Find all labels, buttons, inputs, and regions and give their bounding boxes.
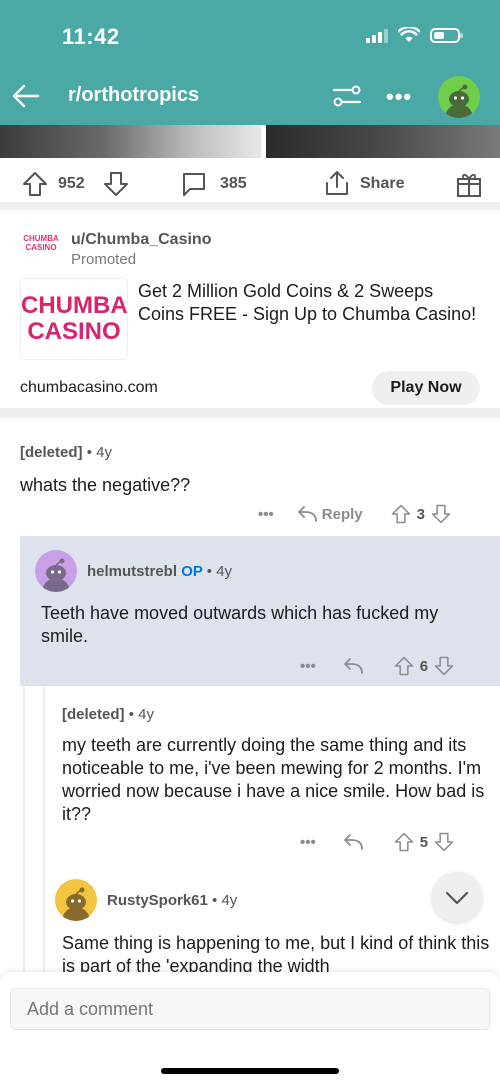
- comment-author[interactable]: RustySpork61: [107, 892, 208, 909]
- home-indicator: [161, 1068, 339, 1074]
- comment-age: 4y: [221, 892, 238, 909]
- comment-actions: ••• Reply 3: [258, 504, 451, 524]
- upvote-icon[interactable]: [394, 832, 414, 852]
- back-arrow-icon[interactable]: [10, 80, 42, 112]
- comment-count[interactable]: 385: [220, 175, 247, 193]
- reply-icon[interactable]: [296, 505, 318, 523]
- comment-meta: [deleted] • 4y: [20, 444, 112, 461]
- downvote-icon[interactable]: [103, 171, 129, 197]
- snoo-icon: [42, 558, 70, 592]
- comment-score: 6: [419, 657, 429, 675]
- comment-icon[interactable]: [180, 170, 208, 198]
- upvote-icon[interactable]: [22, 171, 48, 197]
- comment-meta: RustySpork61 • 4y: [107, 892, 238, 909]
- commenter-avatar[interactable]: [35, 550, 77, 592]
- comment: RustySpork61 • 4y Same thing is happenin…: [40, 866, 500, 976]
- more-options-icon[interactable]: •••: [386, 84, 412, 110]
- comment-meta: [deleted] • 4y: [62, 706, 154, 723]
- post-image-left: [0, 125, 261, 158]
- comment-meta: helmutstrebl OP • 4y: [87, 563, 233, 580]
- promo-domain[interactable]: chumbacasino.com: [20, 379, 158, 397]
- add-comment-input[interactable]: [10, 988, 490, 1030]
- post-image-right: [266, 125, 500, 158]
- comment-age: 4y: [96, 444, 112, 461]
- promoted-label: Promoted: [71, 251, 137, 268]
- comment: [deleted] • 4y whats the negative?? ••• …: [0, 428, 500, 536]
- post-action-bar: 952 385 Share: [0, 158, 500, 210]
- reply-button[interactable]: Reply: [322, 506, 363, 523]
- comment-author[interactable]: [deleted]: [20, 444, 83, 461]
- reply-icon[interactable]: [342, 657, 364, 675]
- thread-line: [23, 686, 25, 986]
- signal-icon: [366, 27, 388, 43]
- downvote-icon[interactable]: [431, 504, 451, 524]
- more-options-icon[interactable]: •••: [300, 658, 316, 675]
- status-time: 11:42: [62, 24, 120, 49]
- filter-icon[interactable]: [332, 83, 362, 109]
- comment-body: whats the negative??: [20, 475, 191, 495]
- nav-bar: r/orthotropics •••: [0, 70, 500, 122]
- chevron-down-icon: [445, 891, 469, 905]
- upvote-count: 952: [58, 175, 85, 192]
- reply-icon[interactable]: [342, 833, 364, 851]
- comment-score: 3: [416, 505, 425, 523]
- comment-age: 4y: [216, 563, 233, 580]
- share-icon[interactable]: [324, 169, 350, 197]
- post-image[interactable]: [0, 125, 500, 158]
- commenter-avatar[interactable]: [55, 879, 97, 921]
- jump-next-comment-button[interactable]: [432, 872, 482, 922]
- comment-author[interactable]: [deleted]: [62, 706, 125, 723]
- comment-highlighted: helmutstrebl OP • 4y Teeth have moved ou…: [20, 536, 500, 686]
- battery-icon: [430, 27, 463, 43]
- downvote-icon[interactable]: [434, 656, 454, 676]
- more-options-icon[interactable]: •••: [258, 506, 274, 523]
- op-badge: OP: [181, 563, 203, 580]
- snoo-icon: [62, 887, 90, 921]
- wifi-icon: [398, 27, 420, 42]
- promo-thumbnail[interactable]: CHUMBA CASINO: [20, 278, 128, 360]
- play-now-button[interactable]: Play Now: [372, 371, 480, 405]
- promo-headline[interactable]: Get 2 Million Gold Coins & 2 Sweeps Coin…: [138, 280, 483, 326]
- downvote-icon[interactable]: [434, 832, 454, 852]
- snoo-icon: [445, 84, 473, 118]
- promo-avatar[interactable]: CHUMBA CASINO: [20, 234, 62, 258]
- promo-logo-line1: CHUMBA: [21, 292, 128, 319]
- promoted-post[interactable]: CHUMBA CASINO u/Chumba_Casino Promoted CH…: [0, 218, 500, 418]
- comment-body: my teeth are currently doing the same th…: [62, 735, 485, 824]
- promo-username[interactable]: u/Chumba_Casino: [71, 231, 211, 249]
- app-header: 11:42 r/orthotropics •••: [0, 0, 500, 125]
- comment-composer-bar: [0, 972, 500, 1084]
- subreddit-title[interactable]: r/orthotropics: [68, 84, 199, 107]
- award-gift-icon[interactable]: [456, 170, 482, 198]
- share-button[interactable]: Share: [360, 175, 404, 193]
- comment-author[interactable]: helmutstrebl: [87, 563, 177, 580]
- user-avatar[interactable]: [438, 76, 480, 118]
- comment: [deleted] • 4y my teeth are currently do…: [40, 686, 500, 866]
- comment-score: 5: [419, 833, 429, 851]
- more-options-icon[interactable]: •••: [300, 834, 316, 851]
- status-icons: [366, 27, 463, 43]
- promo-logo-line2: CASINO: [27, 318, 121, 345]
- comment-actions: ••• 5: [300, 832, 454, 852]
- upvote-icon[interactable]: [391, 504, 411, 524]
- comment-age: 4y: [138, 706, 154, 723]
- upvote-icon[interactable]: [394, 656, 414, 676]
- comment-body: Teeth have moved outwards which has fuck…: [41, 603, 439, 646]
- comment-actions: ••• 6: [300, 656, 454, 676]
